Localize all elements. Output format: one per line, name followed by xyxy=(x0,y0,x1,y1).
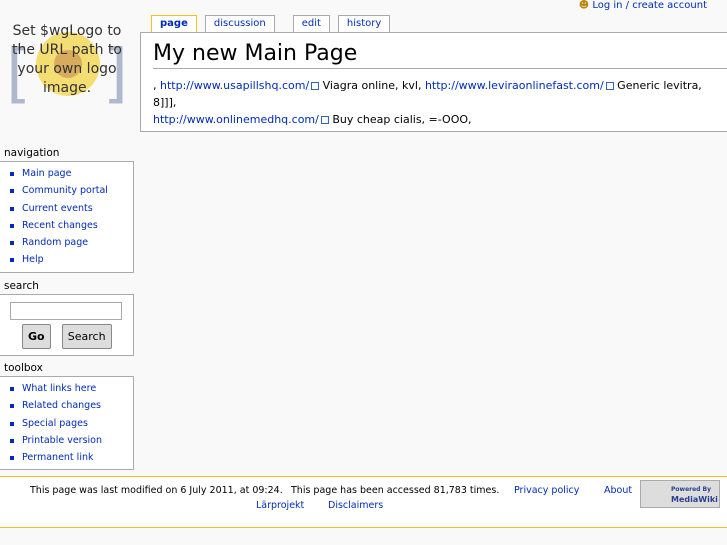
site-logo[interactable]: [ ] Set $wgLogo to the URL path to your … xyxy=(6,22,128,120)
tool-permanent-link[interactable]: Permanent link xyxy=(22,452,93,463)
search-heading: search xyxy=(4,280,39,292)
content-area: My new Main Page , http://www.usapillshq… xyxy=(140,32,727,132)
tool-related-changes[interactable]: Related changes xyxy=(22,400,101,411)
nav-community-portal[interactable]: Community portal xyxy=(22,185,108,196)
nav-recent-changes[interactable]: Recent changes xyxy=(22,220,98,231)
navigation-heading: navigation xyxy=(4,147,60,159)
nav-main-page[interactable]: Main page xyxy=(22,168,71,179)
personal-tools: ☻ Log in / create account xyxy=(579,0,707,11)
page-tabs: page discussion edit history xyxy=(151,15,398,33)
tool-what-links-here[interactable]: What links here xyxy=(22,383,96,394)
page-title: My new Main Page xyxy=(153,41,727,69)
powered-by-mediawiki-badge[interactable]: Powered By MediaWiki xyxy=(640,480,720,508)
external-link[interactable]: http://www.onlinemedhq.com/ xyxy=(153,113,319,126)
footer: This page was last modified on 6 July 20… xyxy=(0,476,727,528)
external-link[interactable]: http://www.leviraonlinefast.com/ xyxy=(425,79,604,92)
tool-printable-version[interactable]: Printable version xyxy=(22,435,102,446)
search-portlet: search Go Search xyxy=(0,280,134,356)
tab-page[interactable]: page xyxy=(151,15,197,33)
larprojekt-link[interactable]: Lärprojekt xyxy=(256,500,304,511)
nav-random-page[interactable]: Random page xyxy=(22,237,88,248)
user-icon: ☻ xyxy=(578,0,590,11)
toolbox-heading: toolbox xyxy=(4,362,43,374)
tab-history[interactable]: history xyxy=(337,15,391,32)
last-modified: This page was last modified on 6 July 20… xyxy=(30,485,283,496)
nav-current-events[interactable]: Current events xyxy=(22,203,93,214)
external-link-icon xyxy=(320,116,329,124)
tab-discussion[interactable]: discussion xyxy=(204,15,275,32)
toolbox-portlet: toolbox What links here Related changes … xyxy=(0,362,134,471)
tab-edit[interactable]: edit xyxy=(292,15,330,32)
disclaimers-link[interactable]: Disclaimers xyxy=(328,500,383,511)
search-input[interactable] xyxy=(10,302,122,320)
login-link[interactable]: Log in / create account xyxy=(592,0,707,11)
privacy-policy-link[interactable]: Privacy policy xyxy=(514,485,579,496)
search-button[interactable]: Search xyxy=(61,324,112,349)
navigation-portlet: navigation Main page Community portal Cu… xyxy=(0,147,134,273)
go-button[interactable]: Go xyxy=(22,324,51,349)
nav-help[interactable]: Help xyxy=(22,254,44,265)
access-count: This page has been accessed 81,783 times… xyxy=(291,485,500,496)
page-body: , http://www.usapillshq.com/ Viagra onli… xyxy=(153,79,702,126)
tool-special-pages[interactable]: Special pages xyxy=(22,418,88,429)
external-link-icon xyxy=(605,82,614,90)
external-link[interactable]: http://www.usapillshq.com/ xyxy=(160,79,309,92)
about-link[interactable]: About xyxy=(604,485,632,496)
external-link-icon xyxy=(311,82,320,90)
